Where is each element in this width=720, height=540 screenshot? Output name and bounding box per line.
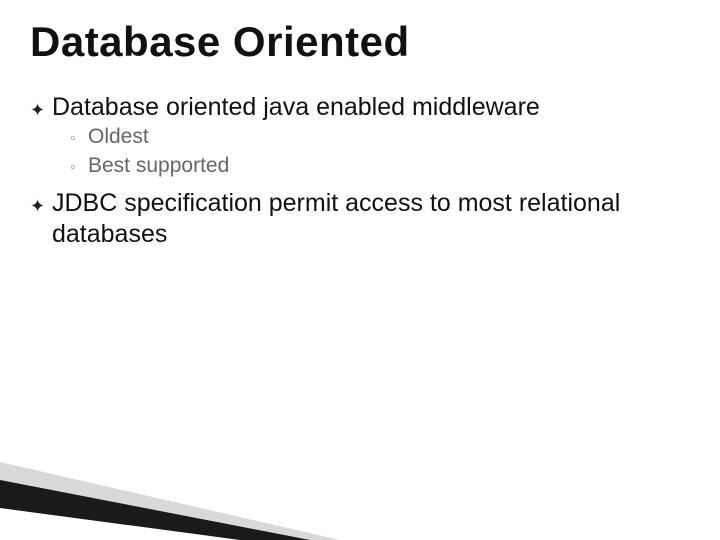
sub-bullet-icon: ◦ [70, 128, 88, 150]
slide-title: Database Oriented [0, 0, 720, 66]
corner-decoration [0, 420, 340, 540]
bullet-icon: ✦ [30, 99, 52, 122]
slide: Database Oriented ✦ Database oriented ja… [0, 0, 720, 540]
bullet-item: ✦ JDBC specification permit access to mo… [30, 188, 680, 251]
bullet-text: Database oriented java enabled middlewar… [52, 92, 680, 123]
bullet-text: JDBC specification permit access to most… [52, 188, 680, 251]
sub-bullet-icon: ◦ [70, 157, 88, 179]
sub-bullet-text: Best supported [88, 152, 680, 180]
sub-bullet-item: ◦ Oldest [70, 123, 680, 151]
bullet-item: ✦ Database oriented java enabled middlew… [30, 92, 680, 123]
sub-bullet-item: ◦ Best supported [70, 152, 680, 180]
slide-body: ✦ Database oriented java enabled middlew… [0, 66, 720, 250]
bullet-icon: ✦ [30, 195, 52, 218]
sub-bullet-text: Oldest [88, 123, 680, 151]
